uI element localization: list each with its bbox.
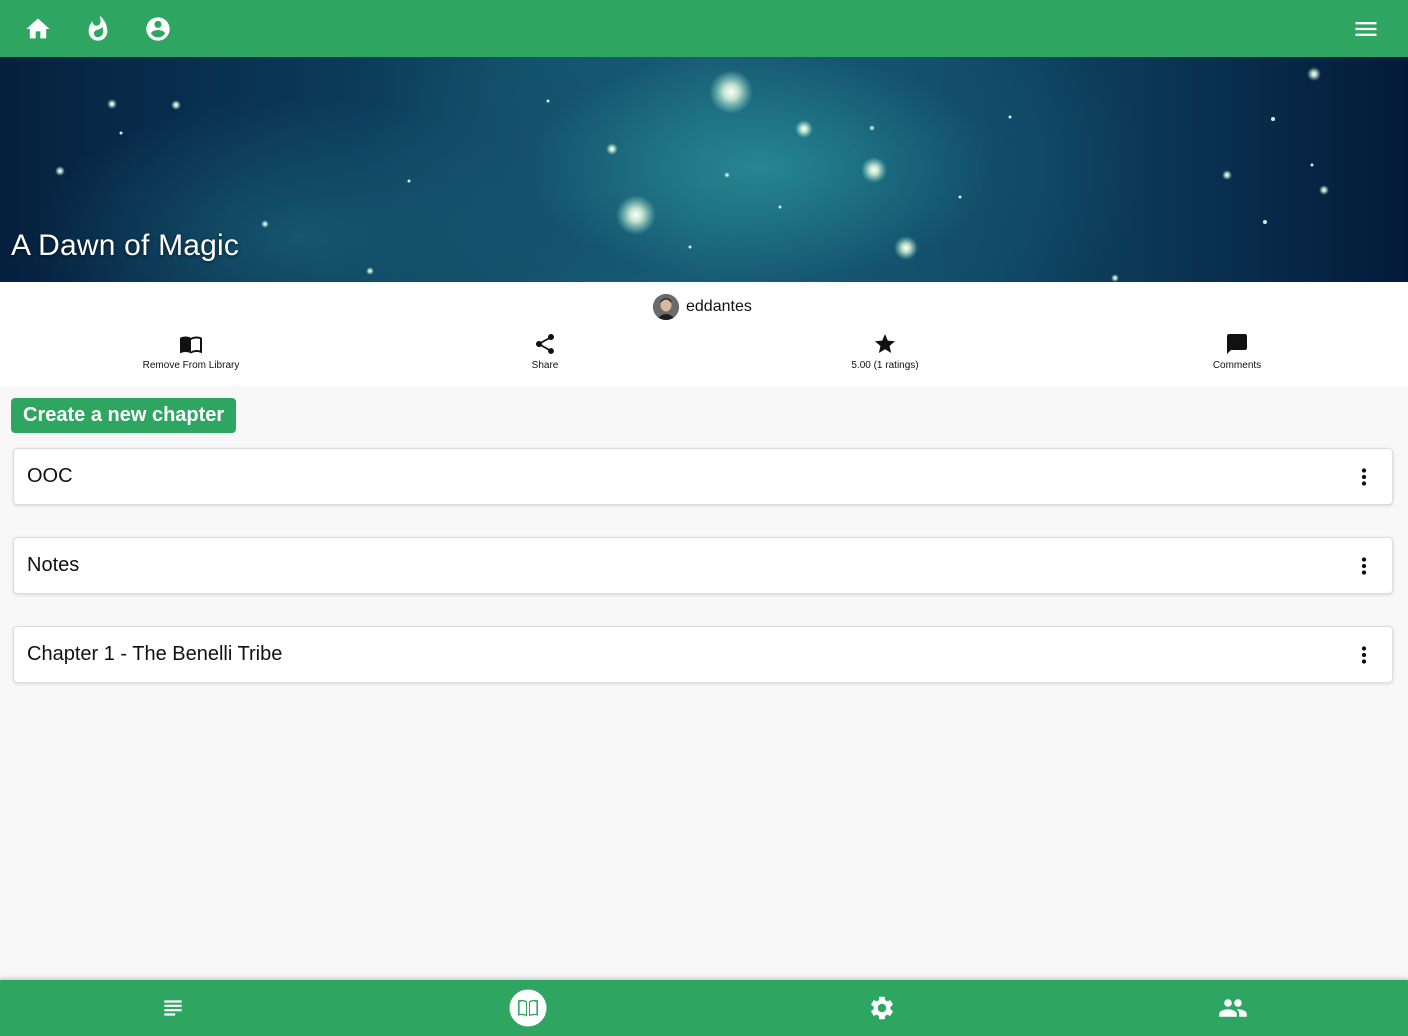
chapter-title: Chapter 1 - The Benelli Tribe — [27, 643, 283, 665]
chapter-title: Notes — [27, 554, 80, 576]
more-vert-icon[interactable] — [1350, 552, 1378, 580]
chapter-title: OOC — [27, 465, 73, 487]
chapter-item[interactable]: OOC — [13, 448, 1393, 505]
story-cover-banner: A Dawn of Magic — [0, 57, 1408, 282]
comments-label: Comments — [1212, 360, 1262, 371]
list-icon[interactable] — [133, 980, 213, 1036]
rating-label: 5.00 (1 ratings) — [851, 360, 919, 371]
share-button[interactable]: Share — [465, 332, 625, 371]
people-icon[interactable] — [1193, 980, 1273, 1036]
author-avatar — [653, 294, 679, 320]
whatshot-icon[interactable] — [83, 14, 113, 44]
author-link[interactable]: eddantes — [653, 294, 752, 320]
author-name: eddantes — [686, 298, 752, 315]
story-info-panel: eddantes Remove From Library Share 5.00 … — [0, 282, 1408, 386]
create-chapter-button[interactable]: Create a new chapter — [11, 398, 237, 433]
settings-icon[interactable] — [842, 980, 922, 1036]
rating-button[interactable]: 5.00 (1 ratings) — [805, 332, 965, 371]
share-icon — [536, 334, 554, 354]
top-app-bar — [0, 0, 1408, 57]
book-icon — [180, 336, 202, 354]
menu-icon[interactable] — [1351, 14, 1381, 44]
story-title: A Dawn of Magic — [11, 229, 240, 262]
comments-button[interactable]: Comments — [1157, 332, 1317, 371]
star-icon — [875, 334, 895, 353]
chapter-item[interactable]: Notes — [13, 537, 1393, 594]
more-vert-icon[interactable] — [1350, 641, 1378, 669]
chapter-item[interactable]: Chapter 1 - The Benelli Tribe — [13, 626, 1393, 683]
remove-from-library-label: Remove From Library — [142, 360, 240, 371]
comment-icon — [1227, 334, 1247, 354]
home-icon[interactable] — [23, 14, 53, 44]
book-open-icon[interactable] — [488, 980, 568, 1036]
bottom-nav-bar — [0, 980, 1408, 1036]
remove-from-library-button[interactable]: Remove From Library — [111, 332, 271, 371]
more-vert-icon[interactable] — [1350, 463, 1378, 491]
share-label: Share — [531, 360, 559, 371]
account-circle-icon[interactable] — [143, 14, 173, 44]
